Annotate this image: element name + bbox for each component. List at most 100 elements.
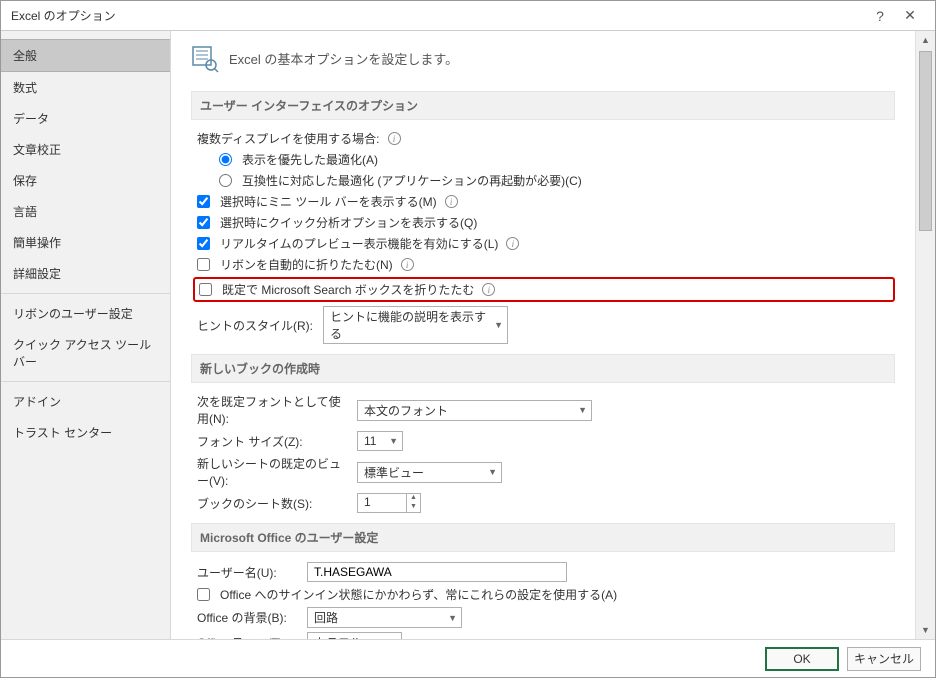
radio-optimize-compat-label: 互換性に対応した最適化 (アプリケーションの再起動が必要)(C) xyxy=(242,172,582,189)
username-label: ユーザー名(U): xyxy=(197,564,297,581)
sidebar-item-data[interactable]: データ xyxy=(1,103,170,134)
chevron-down-icon: ▼ xyxy=(388,638,397,640)
check-always-use[interactable] xyxy=(197,588,210,601)
check-minitoolbar[interactable] xyxy=(197,195,210,208)
font-size-select[interactable]: 11 ▼ xyxy=(357,431,403,451)
sheet-count-value: 1 xyxy=(358,494,406,512)
spinner-up-icon[interactable]: ▲ xyxy=(407,494,420,503)
office-theme-row: Office テーマ(T): カラフル ▼ xyxy=(197,632,895,639)
default-font-label: 次を既定フォントとして使用(N): xyxy=(197,393,347,427)
cancel-button[interactable]: キャンセル xyxy=(847,647,921,671)
sidebar-item-language[interactable]: 言語 xyxy=(1,196,170,227)
check-collapse-ribbon-row[interactable]: リボンを自動的に折りたたむ(N) i xyxy=(197,256,895,273)
check-minitoolbar-row[interactable]: 選択時にミニ ツール バーを表示する(M) i xyxy=(197,193,895,210)
scrollbar-thumb[interactable] xyxy=(919,51,932,231)
vertical-scrollbar[interactable]: ▲ ▼ xyxy=(915,31,935,639)
scroll-down-icon[interactable]: ▼ xyxy=(916,621,935,639)
chevron-down-icon: ▼ xyxy=(389,436,398,446)
info-icon[interactable]: i xyxy=(506,237,519,250)
highlighted-collapse-search-row[interactable]: 既定で Microsoft Search ボックスを折りたたむ i xyxy=(193,277,895,302)
chevron-down-icon: ▼ xyxy=(578,405,587,415)
default-view-select[interactable]: 標準ビュー ▼ xyxy=(357,462,502,483)
sidebar-item-proofing[interactable]: 文章校正 xyxy=(1,134,170,165)
hint-style-row: ヒントのスタイル(R): ヒントに機能の説明を表示する ▼ xyxy=(197,306,895,344)
radio-optimize-display[interactable] xyxy=(219,153,232,166)
spinner-down-icon[interactable]: ▼ xyxy=(407,503,420,512)
username-input[interactable] xyxy=(307,562,567,582)
section-new-workbook: 新しいブックの作成時 xyxy=(191,354,895,383)
check-minitoolbar-label: 選択時にミニ ツール バーを表示する(M) xyxy=(220,193,437,210)
default-view-row: 新しいシートの既定のビュー(V): 標準ビュー ▼ xyxy=(197,455,895,489)
content-panel: Excel の基本オプションを設定します。 ユーザー インターフェイスのオプショ… xyxy=(171,31,915,639)
scroll-up-icon[interactable]: ▲ xyxy=(916,31,935,49)
check-collapse-ribbon[interactable] xyxy=(197,258,210,271)
info-icon[interactable]: i xyxy=(401,258,414,271)
office-background-row: Office の背景(B): 回路 ▼ xyxy=(197,607,895,628)
sidebar-item-general[interactable]: 全般 xyxy=(1,39,170,72)
sidebar-separator xyxy=(1,381,170,382)
multi-display-label-row: 複数ディスプレイを使用する場合: i xyxy=(197,130,895,147)
office-theme-value: カラフル xyxy=(314,634,362,639)
radio-optimize-display-row[interactable]: 表示を優先した最適化(A) xyxy=(219,151,895,168)
default-font-value: 本文のフォント xyxy=(364,402,448,419)
hint-style-label: ヒントのスタイル(R): xyxy=(197,317,313,334)
check-quickanalysis[interactable] xyxy=(197,216,210,229)
multi-display-label: 複数ディスプレイを使用する場合: xyxy=(197,130,380,147)
check-collapse-ribbon-label: リボンを自動的に折りたたむ(N) xyxy=(220,256,393,273)
info-icon[interactable]: i xyxy=(388,132,401,145)
office-background-value: 回路 xyxy=(314,609,338,626)
chevron-down-icon: ▼ xyxy=(488,467,497,477)
sheet-count-spinner[interactable]: 1 ▲▼ xyxy=(357,493,421,513)
page-title: Excel の基本オプションを設定します。 xyxy=(229,45,458,68)
hint-style-value: ヒントに機能の説明を表示する xyxy=(330,308,486,342)
sidebar-item-customize-ribbon[interactable]: リボンのユーザー設定 xyxy=(1,298,170,329)
default-view-value: 標準ビュー xyxy=(364,464,424,481)
sidebar-item-advanced[interactable]: 詳細設定 xyxy=(1,258,170,289)
font-size-label: フォント サイズ(Z): xyxy=(197,433,347,450)
chevron-down-icon: ▼ xyxy=(448,613,457,623)
default-view-label: 新しいシートの既定のビュー(V): xyxy=(197,455,347,489)
sidebar-item-addins[interactable]: アドイン xyxy=(1,386,170,417)
sidebar-separator xyxy=(1,293,170,294)
office-background-select[interactable]: 回路 ▼ xyxy=(307,607,462,628)
ok-button[interactable]: OK xyxy=(765,647,839,671)
always-use-label: Office へのサインイン状態にかかわらず、常にこれらの設定を使用する(A) xyxy=(220,586,617,603)
default-font-row: 次を既定フォントとして使用(N): 本文のフォント ▼ xyxy=(197,393,895,427)
radio-optimize-compat-row[interactable]: 互換性に対応した最適化 (アプリケーションの再起動が必要)(C) xyxy=(219,172,895,189)
section-office-user: Microsoft Office のユーザー設定 xyxy=(191,523,895,552)
check-livepreview-row[interactable]: リアルタイムのプレビュー表示機能を有効にする(L) i xyxy=(197,235,895,252)
sidebar-item-ease[interactable]: 簡単操作 xyxy=(1,227,170,258)
check-livepreview[interactable] xyxy=(197,237,210,250)
window-title: Excel のオプション xyxy=(11,7,865,24)
page-header: Excel の基本オプションを設定します。 xyxy=(191,45,895,73)
content-wrap: Excel の基本オプションを設定します。 ユーザー インターフェイスのオプショ… xyxy=(171,31,935,639)
titlebar: Excel のオプション ? ✕ xyxy=(1,1,935,31)
dialog-footer: OK キャンセル xyxy=(1,639,935,677)
hint-style-select[interactable]: ヒントに機能の説明を表示する ▼ xyxy=(323,306,508,344)
sidebar-item-save[interactable]: 保存 xyxy=(1,165,170,196)
font-size-value: 11 xyxy=(364,434,376,448)
always-use-row[interactable]: Office へのサインイン状態にかかわらず、常にこれらの設定を使用する(A) xyxy=(197,586,895,603)
close-button[interactable]: ✕ xyxy=(895,7,925,24)
check-collapse-search[interactable] xyxy=(199,283,212,296)
default-font-select[interactable]: 本文のフォント ▼ xyxy=(357,400,592,421)
info-icon[interactable]: i xyxy=(445,195,458,208)
office-background-label: Office の背景(B): xyxy=(197,609,297,626)
sidebar-item-qat[interactable]: クイック アクセス ツール バー xyxy=(1,329,170,377)
check-collapse-search-label: 既定で Microsoft Search ボックスを折りたたむ xyxy=(222,281,474,298)
category-sidebar: 全般 数式 データ 文章校正 保存 言語 簡単操作 詳細設定 リボンのユーザー設… xyxy=(1,31,171,639)
dialog-body: 全般 数式 データ 文章校正 保存 言語 簡単操作 詳細設定 リボンのユーザー設… xyxy=(1,31,935,639)
check-quickanalysis-row[interactable]: 選択時にクイック分析オプションを表示する(Q) xyxy=(197,214,895,231)
sheet-count-label: ブックのシート数(S): xyxy=(197,495,347,512)
chevron-down-icon: ▼ xyxy=(494,320,503,330)
sidebar-item-trust-center[interactable]: トラスト センター xyxy=(1,417,170,448)
sidebar-item-formulas[interactable]: 数式 xyxy=(1,72,170,103)
check-livepreview-label: リアルタイムのプレビュー表示機能を有効にする(L) xyxy=(220,235,498,252)
help-button[interactable]: ? xyxy=(865,8,895,24)
spinner-buttons[interactable]: ▲▼ xyxy=(406,494,420,512)
office-theme-select[interactable]: カラフル ▼ xyxy=(307,632,402,639)
section-ui-options: ユーザー インターフェイスのオプション xyxy=(191,91,895,120)
radio-optimize-compat[interactable] xyxy=(219,174,232,187)
check-quickanalysis-label: 選択時にクイック分析オプションを表示する(Q) xyxy=(220,214,477,231)
info-icon[interactable]: i xyxy=(482,283,495,296)
